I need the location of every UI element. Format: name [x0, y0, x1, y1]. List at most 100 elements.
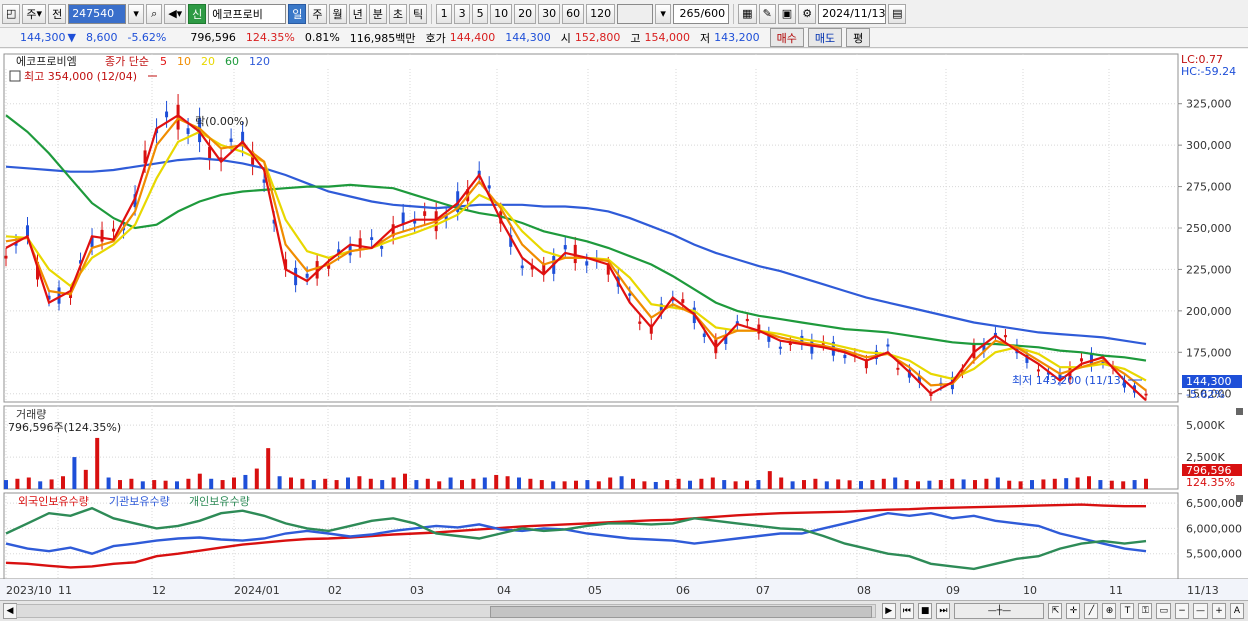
stock-chart-svg[interactable]: 2023/10 11 12 2024/01 02 03 04 05 06 07 08 09 10 11 11…	[0, 49, 1248, 600]
volume-bar	[756, 480, 761, 489]
tab-month[interactable]: 월	[328, 3, 347, 24]
auto-scale-icon[interactable]: A	[1230, 603, 1244, 619]
y-tick-label: 325,000	[1186, 98, 1232, 111]
x-tick-label: 05	[588, 584, 602, 597]
tool-window-icon[interactable]: ▭	[1156, 603, 1171, 619]
interval-20[interactable]: 20	[514, 3, 537, 24]
candle-body	[358, 238, 362, 250]
interval-dropdown-icon[interactable]: ▾	[655, 3, 672, 24]
volume-bar	[448, 477, 453, 489]
tool-zoom-icon[interactable]: ⊕	[1102, 603, 1117, 619]
tab-day[interactable]: 일	[288, 3, 307, 24]
volume-bar	[437, 481, 442, 489]
volume-ratio: 124.35%	[245, 31, 295, 44]
volume-bar	[1018, 481, 1023, 489]
ma-legend-item: 10	[177, 55, 191, 68]
vol-pct-tag: 124.35%	[1186, 476, 1235, 489]
volume-bar	[414, 480, 419, 489]
x-tick-label: 09	[946, 584, 960, 597]
rewind-icon[interactable]: ⏮	[899, 603, 914, 619]
interval-30[interactable]: 30	[538, 3, 561, 24]
tab-tick[interactable]: 틱	[409, 3, 428, 24]
holding-legend-item: 외국인보유수량	[18, 495, 89, 508]
code-dropdown-icon[interactable]: ▾	[128, 3, 145, 24]
volume-bar	[186, 478, 191, 489]
interval-1[interactable]: 1	[436, 3, 453, 24]
interval-3[interactable]: 3	[454, 3, 471, 24]
zoom-in-icon[interactable]: +	[1212, 603, 1226, 619]
count-input[interactable]: 265/600	[673, 3, 730, 24]
tab-minute[interactable]: 분	[368, 3, 387, 24]
save-icon[interactable]: ▣	[777, 3, 797, 24]
eval-button[interactable]: 평	[846, 28, 871, 47]
volume-bar	[995, 477, 1000, 489]
current-price-tag: 144,300	[1186, 375, 1232, 388]
tool-crosshair-icon[interactable]: ✛	[1066, 603, 1081, 619]
volume-bar	[539, 480, 544, 489]
high-label: 고	[630, 31, 641, 45]
chart-area[interactable]: 2023/10 11 12 2024/01 02 03 04 05 06 07 08 09 10 11 11…	[0, 49, 1248, 600]
zoom-out-icon[interactable]: −	[1175, 603, 1189, 619]
candle-body	[100, 229, 104, 242]
draw-icon[interactable]: ✎	[758, 3, 776, 24]
interval-120[interactable]: 120	[586, 3, 616, 24]
tool-lock-icon[interactable]: ⚿	[1138, 603, 1153, 619]
tab-week[interactable]: 주	[308, 3, 327, 24]
tool-select-icon[interactable]: ⇱	[1048, 603, 1063, 619]
candle-body	[702, 333, 706, 337]
x-tick-label: 10	[1023, 584, 1037, 597]
search-icon[interactable]: ⌕	[146, 3, 163, 24]
candle-body	[563, 245, 567, 250]
date-input[interactable]: 2024/11/13	[818, 3, 887, 24]
tab-second[interactable]: 초	[388, 3, 408, 24]
turnover-rate: 0.81%	[304, 31, 340, 44]
period-week-select[interactable]: 주 ▾	[22, 3, 47, 24]
tool-line-icon[interactable]: ╱	[1084, 603, 1099, 619]
toolbar: ◰ 주 ▾ 전 247540 ▾ ⌕ ◀▾ 신 에코프로비 일 주 월 년 분 …	[0, 0, 1248, 28]
price-change-pct: -5.62%	[127, 31, 167, 44]
scrollbar-thumb[interactable]	[490, 606, 872, 618]
interval-custom-input[interactable]	[617, 3, 654, 24]
stock-code-input[interactable]: 247540	[68, 3, 127, 24]
interval-60[interactable]: 60	[562, 3, 585, 24]
sound-icon[interactable]: ◀▾	[164, 3, 187, 24]
y-tick-label: 300,000	[1186, 139, 1232, 152]
sin-badge[interactable]: 신	[188, 3, 207, 24]
window-icon[interactable]: ◰	[2, 3, 21, 24]
count-value: 265	[679, 7, 701, 20]
volume-bar	[61, 476, 65, 489]
volume-bar	[1144, 478, 1148, 489]
speed-slider[interactable]: —┼—	[954, 603, 1045, 619]
separator	[733, 3, 735, 24]
interval-5[interactable]: 5	[472, 3, 489, 24]
stop-icon[interactable]: ■	[917, 603, 933, 619]
scroll-left-icon[interactable]: ◀	[3, 603, 17, 619]
tab-year[interactable]: 년	[348, 3, 367, 24]
interval-10[interactable]: 10	[490, 3, 513, 24]
prev-button[interactable]: 전	[48, 3, 67, 24]
sell-button[interactable]: 매도	[807, 28, 843, 47]
volume-bar	[505, 476, 510, 489]
zoom-slider-icon[interactable]: —	[1193, 603, 1208, 619]
fast-forward-icon[interactable]: ⏭	[936, 603, 951, 619]
chart-scrollbar[interactable]	[16, 604, 876, 618]
calendar-icon[interactable]: ▤	[888, 3, 907, 24]
volume-bar	[1064, 478, 1069, 489]
tool-text-icon[interactable]: T	[1120, 603, 1135, 619]
scroll-right-icon[interactable]: ▶	[881, 603, 896, 619]
stock-name-field[interactable]: 에코프로비	[208, 3, 287, 24]
y-tick-label: 200,000	[1186, 305, 1232, 318]
gear-icon[interactable]: ⚙	[798, 3, 817, 24]
volume-bar	[767, 471, 772, 489]
volume-bar	[927, 480, 932, 489]
low-price: 143,200	[714, 31, 760, 44]
volume-bar	[163, 480, 168, 489]
volume-bar	[722, 480, 727, 489]
grid-icon[interactable]: ▦	[738, 3, 757, 24]
hold-y-tick-label: 6,000,000	[1186, 522, 1242, 535]
volume-bar	[266, 448, 271, 489]
quote-bar: 144,300 ▼ 8,600 -5.62% 796,596 124.35% 0…	[0, 28, 1248, 48]
buy-button[interactable]: 매수	[769, 28, 804, 47]
volume-value: 796,596	[190, 31, 236, 44]
volume-bar	[334, 480, 339, 489]
